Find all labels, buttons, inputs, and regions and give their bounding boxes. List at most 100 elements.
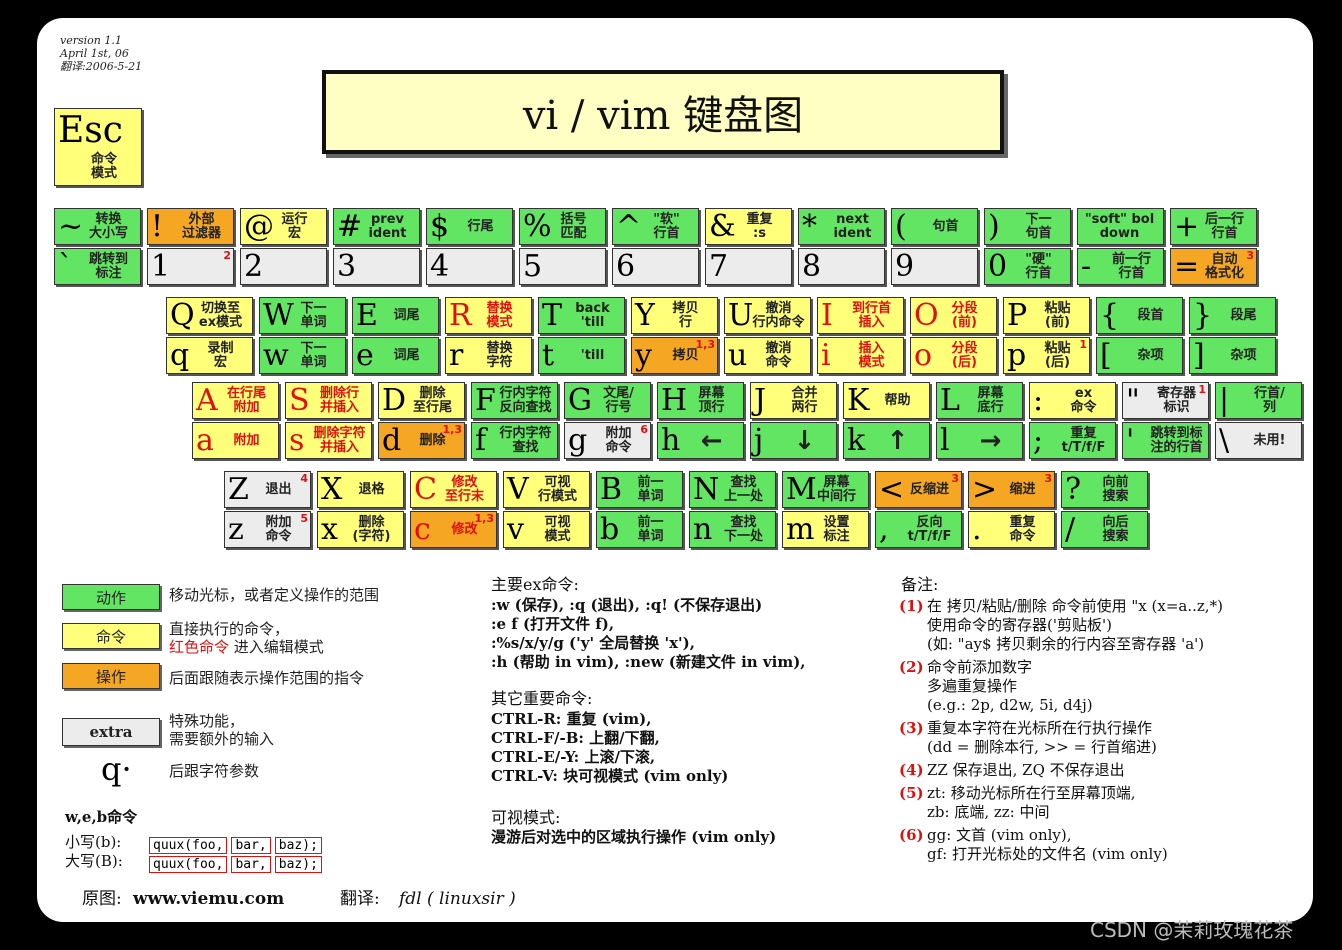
key-lower-half[interactable]: n 查找 下一处 xyxy=(689,511,776,548)
key-D[interactable]: D 删除 至行尾 d 删除 1,3 xyxy=(378,382,465,460)
key-upper-half[interactable]: X 退格 xyxy=(317,471,404,508)
key-upper-half[interactable]: Tback 'till xyxy=(538,297,625,334)
key-lower-half[interactable]: p 粘贴 (后) 1 xyxy=(1003,337,1090,374)
key-upper-half[interactable]: : ex 命令 xyxy=(1029,382,1116,419)
key-([interactable]: (句首 9 xyxy=(891,208,978,286)
key-lower-half[interactable]: ` 跳转到 标注 xyxy=(54,248,141,285)
key-lower-half[interactable]: f 行内字符 查找 xyxy=(471,422,558,459)
key-%[interactable]: % 括号 匹配 5 xyxy=(519,208,606,286)
key-:[interactable]: : ex 命令; 重复 t/T/f/F xyxy=(1029,382,1116,460)
key-T[interactable]: Tback 'till t'till xyxy=(538,297,625,375)
key-upper-half[interactable]: A 在行尾 附加 xyxy=(192,382,279,419)
key-S[interactable]: S 删除行 并插入 s 删除字符 并插入 xyxy=(285,382,372,460)
key-lower-half[interactable]: 3 xyxy=(333,248,420,285)
key-upper-half[interactable]: ) 下一 句首 xyxy=(984,208,1071,245)
key-lower-half[interactable]: = 自动 格式化 3 xyxy=(1170,248,1257,285)
key-lower-half[interactable]: w 下一 单词 xyxy=(259,337,346,374)
key-Z[interactable]: Z 退出 4 z 附加 命令 5 xyxy=(224,471,311,549)
key-upper-half[interactable]: L 屏幕 底行 xyxy=(936,382,1023,419)
key-upper-half[interactable]: ? 向前 搜索 xyxy=(1061,471,1148,508)
key-I[interactable]: I 到行首 插入 i 插入 模式 xyxy=(817,297,904,375)
key-upper-half[interactable]: M 屏幕 中间行 xyxy=(782,471,869,508)
key-upper-half[interactable]: Z 退出 4 xyxy=(224,471,311,508)
key-J[interactable]: J 合并 两行 j ↓ xyxy=(750,382,837,460)
key-U[interactable]: U 撤消 行内命令 u 撤消 命令 xyxy=(724,297,811,375)
key-upper-half[interactable]: " 寄存器 标识 1 xyxy=(1122,382,1209,419)
key-lower-half[interactable]: t 'till xyxy=(538,337,625,374)
key-lower-half[interactable]: r 替换 字符 xyxy=(445,337,532,374)
key-upper-half[interactable]: V 可视 行模式 xyxy=(503,471,590,508)
key-"[interactable]: " 寄存器 标识 1 ' 跳转到标 注的行首 xyxy=(1122,382,1209,460)
key-&[interactable]: & 重复 :s 7 xyxy=(705,208,792,286)
key-lower-half[interactable]: q 录制 宏 xyxy=(166,337,253,374)
key-<[interactable]: < 反缩进 3, 反向 t/T/f/F xyxy=(875,471,962,549)
key-upper-half[interactable]: {段首 xyxy=(1096,297,1183,334)
key-lower-half[interactable]: [杂项 xyxy=(1096,337,1183,374)
key-upper-half[interactable]: } 段尾 xyxy=(1189,297,1276,334)
key-R[interactable]: R 替换 模式 r 替换 字符 xyxy=(445,297,532,375)
key-upper-half[interactable]: @ 运行 宏 xyxy=(240,208,327,245)
key-upper-half[interactable]: & 重复 :s xyxy=(705,208,792,245)
key-upper-half[interactable]: Y 拷贝 行 xyxy=(631,297,718,334)
key-K[interactable]: K 帮助 k ↑ xyxy=(843,382,930,460)
key-~[interactable]: ~ 转换 大小写 ` 跳转到 标注 xyxy=(54,208,141,286)
key-lower-half[interactable]: 7 xyxy=(705,248,792,285)
key-V[interactable]: V 可视 行模式 v 可视 模式 xyxy=(503,471,590,549)
key-lower-half[interactable]: \ 未用! xyxy=(1215,422,1302,459)
key-upper-half[interactable]: S 删除行 并插入 xyxy=(285,382,372,419)
key-?[interactable]: ? 向前 搜索 / 向后 搜索 xyxy=(1061,471,1148,549)
key-lower-half[interactable]: ; 重复 t/T/f/F xyxy=(1029,422,1116,459)
key-upper-half[interactable]: > 缩进 3 xyxy=(968,471,1055,508)
key-}[interactable]: } 段尾] 杂项 xyxy=(1189,297,1276,375)
key-lower-half[interactable]: 5 xyxy=(519,248,606,285)
key-+[interactable]: + 后一行 行首 = 自动 格式化 3 xyxy=(1170,208,1257,286)
key-Y[interactable]: Y 拷贝 行 y 拷贝 1,3 xyxy=(631,297,718,375)
key-upper-half[interactable]: O 分段 (前) xyxy=(910,297,997,334)
key-lower-half[interactable]: 0 "硬" 行首 xyxy=(984,248,1071,285)
key-N[interactable]: N 查找 上一处 n 查找 下一处 xyxy=(689,471,776,549)
key-lower-half[interactable]: v 可视 模式 xyxy=(503,511,590,548)
key-upper-half[interactable]: C 修改 至行末 xyxy=(410,471,497,508)
key-upper-half[interactable]: D 删除 至行尾 xyxy=(378,382,465,419)
key-upper-half[interactable]: < 反缩进 3 xyxy=(875,471,962,508)
key-lower-half[interactable]: l → xyxy=(936,422,1023,459)
key-upper-half[interactable]: * next ident xyxy=(798,208,885,245)
key-A[interactable]: A 在行尾 附加 a 附加 xyxy=(192,382,279,460)
key-upper-half[interactable]: J 合并 两行 xyxy=(750,382,837,419)
key-upper-half[interactable]: R 替换 模式 xyxy=(445,297,532,334)
key-lower-half[interactable]: 4 xyxy=(426,248,513,285)
key-L[interactable]: L 屏幕 底行 l → xyxy=(936,382,1023,460)
key-@[interactable]: @ 运行 宏2 xyxy=(240,208,327,286)
key-lower-half[interactable]: s 删除字符 并插入 xyxy=(285,422,372,459)
key-O[interactable]: O 分段 (前) o 分段 (后) xyxy=(910,297,997,375)
key-upper-half[interactable]: (句首 xyxy=(891,208,978,245)
key-P[interactable]: P 粘贴 (前) p 粘贴 (后) 1 xyxy=(1003,297,1090,375)
key-lower-half[interactable]: i 插入 模式 xyxy=(817,337,904,374)
key-Q[interactable]: Q 切换至 ex模式 q 录制 宏 xyxy=(166,297,253,375)
key-upper-half[interactable]: # prev ident xyxy=(333,208,420,245)
key-F[interactable]: F 行内字符 反向查找 f 行内字符 查找 xyxy=(471,382,558,460)
key-lower-half[interactable]: 8 xyxy=(798,248,885,285)
key-W[interactable]: W 下一 单词 w 下一 单词 xyxy=(259,297,346,375)
key-M[interactable]: M 屏幕 中间行 m 设置 标注 xyxy=(782,471,869,549)
key-lower-half[interactable]: 12 xyxy=(147,248,234,285)
key-lower-half[interactable]: e 词尾 xyxy=(352,337,439,374)
key-)[interactable]: ) 下一 句首 0 "硬" 行首 xyxy=(984,208,1071,286)
key-lower-half[interactable]: 9 xyxy=(891,248,978,285)
key-*[interactable]: * next ident 8 xyxy=(798,208,885,286)
key-upper-half[interactable]: N 查找 上一处 xyxy=(689,471,776,508)
key-lower-half[interactable]: z 附加 命令 5 xyxy=(224,511,311,548)
key-lower-half[interactable]: / 向后 搜索 xyxy=(1061,511,1148,548)
key-upper-half[interactable]: G 文尾/ 行号 xyxy=(564,382,651,419)
key-lower-half[interactable]: o 分段 (后) xyxy=(910,337,997,374)
key-upper-half[interactable]: $ 行尾 xyxy=(426,208,513,245)
key-X[interactable]: X 退格 x 删除 (字符) xyxy=(317,471,404,549)
key-upper-half[interactable]: H 屏幕 顶行 xyxy=(657,382,744,419)
key-lower-half[interactable]: . 重复 命令 xyxy=(968,511,1055,548)
key->[interactable]: > 缩进 3. 重复 命令 xyxy=(968,471,1055,549)
key-lower-half[interactable]: a 附加 xyxy=(192,422,279,459)
key-upper-half[interactable]: B 前一 单词 xyxy=(596,471,683,508)
key-lower-half[interactable]: ' 跳转到标 注的行首 xyxy=(1122,422,1209,459)
key-lower-half[interactable]: j ↓ xyxy=(750,422,837,459)
key-lower-half[interactable]: 6 xyxy=(612,248,699,285)
